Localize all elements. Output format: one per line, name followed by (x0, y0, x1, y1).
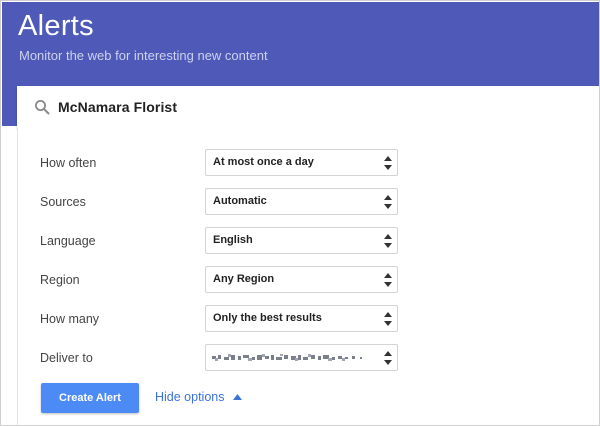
options-panel: How often At most once a day Sources Aut… (17, 128, 599, 425)
option-label-language: Language (40, 234, 96, 248)
how-often-value: At most once a day (213, 156, 314, 168)
hide-options-link[interactable]: Hide options (155, 390, 242, 404)
language-value: English (213, 234, 253, 246)
region-value: Any Region (213, 273, 275, 285)
language-select[interactable]: English (205, 227, 398, 254)
option-row-how-many: How many Only the best results (18, 305, 599, 335)
option-row-region: Region Any Region (18, 266, 599, 296)
option-row-sources: Sources Automatic (18, 188, 599, 218)
option-label-how-many: How many (40, 312, 100, 326)
alerts-window: Alerts Monitor the web for interesting n… (0, 0, 600, 426)
page-subtitle: Monitor the web for interesting new cont… (19, 48, 268, 63)
hide-options-label: Hide options (155, 390, 225, 404)
deliver-to-select[interactable] (205, 344, 398, 371)
option-row-deliver-to: Deliver to (18, 344, 599, 374)
sources-select[interactable]: Automatic (205, 188, 398, 215)
option-row-how-often: How often At most once a day (18, 149, 599, 179)
create-alert-button[interactable]: Create Alert (41, 383, 139, 413)
select-arrows-icon (384, 195, 392, 209)
select-arrows-icon (384, 351, 392, 365)
select-arrows-icon (384, 273, 392, 287)
caret-up-icon (232, 394, 242, 400)
option-label-region: Region (40, 273, 80, 287)
alert-query-value: McNamara Florist (58, 99, 178, 115)
option-label-how-often: How often (40, 156, 97, 170)
option-label-deliver-to: Deliver to (40, 351, 93, 365)
select-arrows-icon (384, 234, 392, 248)
how-often-select[interactable]: At most once a day (205, 149, 398, 176)
obscured-email-pixelation (212, 354, 362, 361)
page-title: Alerts (18, 10, 94, 42)
region-select[interactable]: Any Region (205, 266, 398, 293)
option-label-sources: Sources (40, 195, 86, 209)
search-icon (34, 99, 50, 115)
select-arrows-icon (384, 156, 392, 170)
how-many-value: Only the best results (213, 312, 322, 324)
how-many-select[interactable]: Only the best results (205, 305, 398, 332)
alert-query-input[interactable]: McNamara Florist (17, 86, 599, 128)
sources-value: Automatic (213, 195, 267, 207)
select-arrows-icon (384, 312, 392, 326)
option-row-language: Language English (18, 227, 599, 257)
